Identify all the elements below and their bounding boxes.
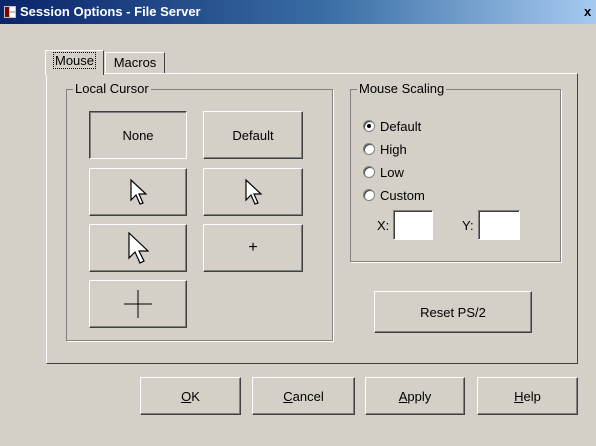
cursor-small-crosshair-button[interactable]: + [203, 224, 303, 272]
help-button[interactable]: Help [477, 377, 578, 415]
y-field-label: Y: [462, 218, 474, 233]
radio-indicator[interactable] [363, 166, 375, 178]
small-crosshair-icon: + [248, 239, 258, 256]
scaling-high-radio[interactable]: High [363, 140, 407, 158]
ok-button[interactable]: OK [140, 377, 241, 415]
scaling-low-radio[interactable]: Low [363, 163, 404, 181]
local-cursor-legend: Local Cursor [73, 81, 151, 97]
window-title: Session Options - File Server [20, 4, 201, 19]
cursor-none-button[interactable]: None [89, 111, 187, 159]
scaling-default-label: Default [380, 118, 422, 134]
scaling-high-label: High [380, 141, 407, 157]
cursor-arrow-button[interactable] [203, 168, 303, 216]
reset-ps2-label: Reset PS/2 [420, 304, 486, 320]
ok-rest: K [191, 388, 200, 404]
apply-rest: pply [407, 388, 432, 404]
mouse-tab-panel: Local Cursor None Default + Mouse Scalin… [46, 73, 578, 364]
scaling-custom-radio[interactable]: Custom [363, 186, 425, 204]
ok-accel: O [181, 388, 192, 404]
scaling-x-input[interactable] [393, 210, 433, 240]
large-crosshair-icon [124, 290, 152, 318]
cancel-button[interactable]: Cancel [252, 377, 355, 415]
scaling-y-input[interactable] [478, 210, 520, 240]
cursor-default-button[interactable]: Default [203, 111, 303, 159]
cursor-large-crosshair-button[interactable] [89, 280, 187, 328]
close-button[interactable]: x [584, 5, 596, 19]
radio-indicator[interactable] [363, 143, 375, 155]
help-accel: H [514, 388, 524, 404]
cursor-arrow-small-button[interactable] [89, 168, 187, 216]
cursor-none-label: None [122, 127, 154, 143]
cursor-default-label: Default [232, 127, 274, 143]
cancel-accel: C [283, 388, 293, 404]
app-icon [4, 6, 16, 18]
x-field-label: X: [377, 218, 390, 233]
scaling-custom-label: Custom [380, 187, 425, 203]
mouse-scaling-group: Mouse Scaling Default High Low Custom X:… [350, 81, 561, 262]
arrow-outline-icon [245, 178, 262, 205]
tab-mouse-label: Mouse [52, 52, 97, 69]
tab-mouse[interactable]: Mouse [45, 50, 104, 75]
tab-macros[interactable]: Macros [105, 52, 165, 73]
local-cursor-group: Local Cursor None Default + [66, 81, 333, 341]
radio-indicator[interactable] [363, 120, 375, 132]
radio-indicator[interactable] [363, 189, 375, 201]
reset-ps2-button[interactable]: Reset PS/2 [374, 291, 532, 333]
arrow-outline-small-icon [130, 178, 147, 205]
apply-accel: A [398, 388, 408, 404]
apply-button[interactable]: Apply [365, 377, 465, 415]
title-bar: Session Options - File Server x [0, 0, 596, 24]
scaling-default-radio[interactable]: Default [363, 117, 421, 135]
tab-macros-label: Macros [113, 55, 157, 70]
arrow-outline-large-icon [128, 231, 149, 264]
cancel-rest: ancel [292, 388, 324, 404]
help-rest: elp [523, 388, 541, 404]
scaling-low-label: Low [380, 164, 404, 180]
mouse-scaling-legend: Mouse Scaling [357, 81, 447, 97]
cursor-arrow-large-button[interactable] [89, 224, 187, 272]
